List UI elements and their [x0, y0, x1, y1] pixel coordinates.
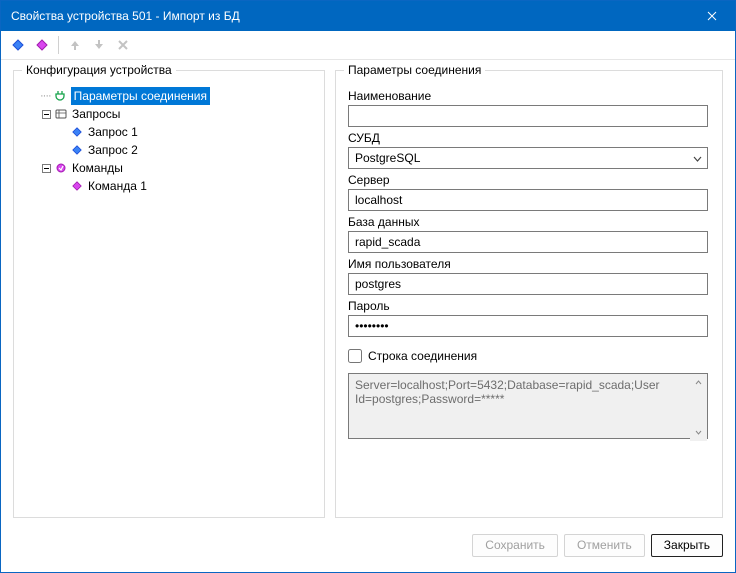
toolbar-add-query-button[interactable] — [7, 34, 29, 56]
close-icon — [707, 11, 717, 21]
dbms-select[interactable] — [348, 147, 708, 169]
server-label: Сервер — [348, 173, 708, 187]
dbms-label: СУБД — [348, 131, 708, 145]
collapse-icon[interactable] — [40, 108, 52, 120]
chevron-down-icon — [695, 430, 702, 435]
connstr-textarea[interactable] — [348, 373, 708, 439]
user-label: Имя пользователя — [348, 257, 708, 271]
toolbar-move-down-button[interactable] — [88, 34, 110, 56]
arrow-up-icon — [69, 39, 81, 51]
tree-node-connection[interactable]: ···· Параметры соединения — [26, 87, 316, 105]
plug-icon — [53, 89, 67, 103]
toolbar-separator — [58, 36, 59, 54]
tree-node-query-1[interactable]: Запрос 1 — [26, 123, 316, 141]
arrow-down-icon — [93, 39, 105, 51]
tree-node-label: Команды — [72, 159, 123, 177]
tree-node-label: Команда 1 — [88, 177, 147, 195]
toolbar-delete-button[interactable] — [112, 34, 134, 56]
diamond-pink-icon — [70, 179, 84, 193]
device-config-title: Конфигурация устройства — [22, 63, 176, 77]
toolbar — [1, 31, 735, 60]
tree-node-command-1[interactable]: Команда 1 — [26, 177, 316, 195]
tree-node-label: Запрос 2 — [88, 141, 138, 159]
delete-x-icon — [117, 39, 129, 51]
scroll-up-button[interactable] — [690, 374, 707, 391]
commands-icon — [54, 161, 68, 175]
title-bar: Свойства устройства 501 - Импорт из БД — [1, 1, 735, 31]
queries-icon — [54, 107, 68, 121]
connection-params-title: Параметры соединения — [344, 63, 485, 77]
server-input[interactable] — [348, 189, 708, 211]
connstr-check-row: Строка соединения — [348, 349, 708, 363]
database-label: База данных — [348, 215, 708, 229]
chevron-up-icon — [695, 380, 702, 385]
diamond-blue-icon — [70, 125, 84, 139]
cancel-button[interactable]: Отменить — [564, 534, 645, 557]
password-input[interactable] — [348, 315, 708, 337]
connection-params-group: Параметры соединения Наименование СУБД С… — [335, 70, 723, 518]
tree-node-queries[interactable]: Запросы — [26, 105, 316, 123]
tree-node-commands[interactable]: Команды — [26, 159, 316, 177]
close-window-button[interactable] — [689, 1, 735, 31]
diamond-pink-icon — [36, 39, 48, 51]
dialog-footer: Сохранить Отменить Закрыть — [1, 528, 735, 562]
scroll-down-button[interactable] — [690, 424, 707, 441]
tree-node-label: Запрос 1 — [88, 123, 138, 141]
window-title: Свойства устройства 501 - Импорт из БД — [11, 9, 240, 23]
tree-node-query-2[interactable]: Запрос 2 — [26, 141, 316, 159]
device-config-group: Конфигурация устройства ···· Параметры с… — [13, 70, 325, 518]
connstr-check-label: Строка соединения — [368, 349, 477, 363]
connstr-checkbox[interactable] — [348, 349, 362, 363]
close-button[interactable]: Закрыть — [651, 534, 723, 557]
database-input[interactable] — [348, 231, 708, 253]
toolbar-move-up-button[interactable] — [64, 34, 86, 56]
user-input[interactable] — [348, 273, 708, 295]
tree-node-label: Параметры соединения — [71, 87, 210, 105]
tree-node-label: Запросы — [72, 105, 120, 123]
connection-form: Наименование СУБД Сервер База данных Имя… — [344, 85, 714, 442]
password-label: Пароль — [348, 299, 708, 313]
content-area: Конфигурация устройства ···· Параметры с… — [1, 60, 735, 528]
name-input[interactable] — [348, 105, 708, 127]
toolbar-add-command-button[interactable] — [31, 34, 53, 56]
tree-line: ···· — [40, 87, 51, 105]
name-label: Наименование — [348, 89, 708, 103]
diamond-blue-icon — [12, 39, 24, 51]
save-button[interactable]: Сохранить — [472, 534, 558, 557]
config-tree[interactable]: ···· Параметры соединения Запросы — [22, 85, 316, 195]
diamond-blue-icon — [70, 143, 84, 157]
collapse-icon[interactable] — [40, 162, 52, 174]
